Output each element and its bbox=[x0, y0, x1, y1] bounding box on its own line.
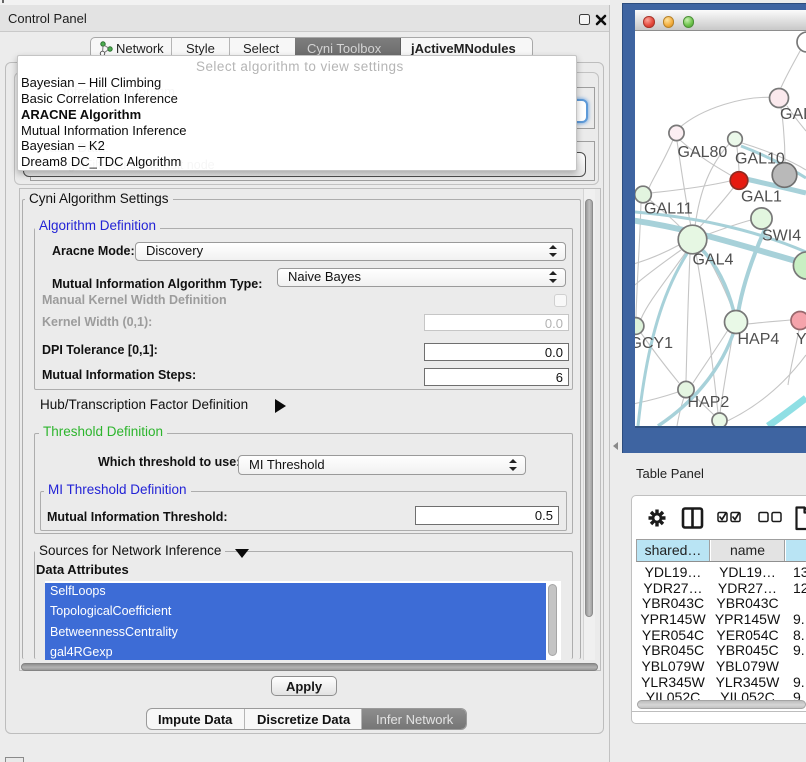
svg-text:GAL10: GAL10 bbox=[735, 151, 785, 168]
svg-text:GAL80: GAL80 bbox=[678, 144, 728, 161]
svg-text:GAL7: GAL7 bbox=[780, 106, 806, 123]
svg-text:Y: Y bbox=[796, 331, 806, 348]
svg-text:GAL4: GAL4 bbox=[693, 252, 734, 269]
svg-text:GAL1: GAL1 bbox=[741, 189, 782, 206]
svg-text:SWI4: SWI4 bbox=[762, 228, 801, 245]
svg-text:HAP2: HAP2 bbox=[688, 394, 730, 411]
svg-text:GAL11: GAL11 bbox=[644, 201, 693, 218]
svg-text:GCY1: GCY1 bbox=[635, 335, 673, 352]
svg-text:HAP4: HAP4 bbox=[738, 331, 780, 348]
